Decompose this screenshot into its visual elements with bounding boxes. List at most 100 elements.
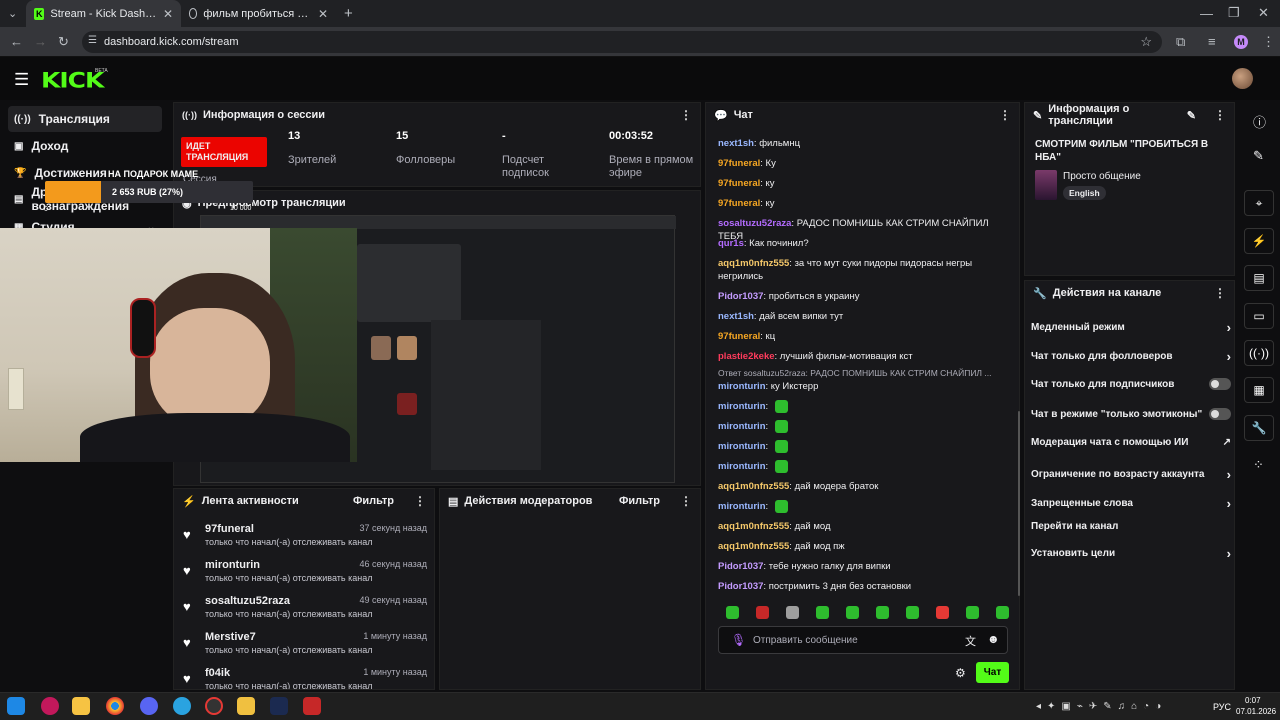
discord-icon[interactable] — [140, 697, 158, 715]
media-icon[interactable]: ≡ — [1208, 34, 1216, 49]
emote-icon[interactable] — [996, 606, 1009, 619]
emoji-icon[interactable]: ☻ — [987, 632, 1000, 646]
forward-icon[interactable]: → — [34, 34, 47, 49]
emote-icon[interactable] — [756, 606, 769, 619]
emote-icon[interactable] — [966, 606, 979, 619]
chat-username[interactable]: 97funeral — [718, 158, 760, 169]
chat-username[interactable]: aqq1m0nfnz555 — [718, 258, 789, 269]
channel-action-item[interactable]: Чат только для подписчиков — [1031, 378, 1231, 390]
chat-username[interactable]: Pidor1037 — [718, 291, 763, 302]
user-avatar[interactable] — [1232, 68, 1253, 89]
more-options-icon[interactable]: ⋮ — [680, 494, 692, 508]
channel-action-item[interactable]: Медленный режим › — [1031, 320, 1231, 335]
close-tab-icon[interactable]: ✕ — [163, 7, 173, 21]
more-options-icon[interactable]: ⋮ — [999, 108, 1011, 122]
chat-username[interactable]: mironturin — [718, 381, 766, 392]
bookmark-star-icon[interactable]: ☆ — [1140, 34, 1152, 50]
new-tab-button[interactable]: + — [336, 0, 361, 27]
more-options-icon[interactable]: ⋮ — [1214, 286, 1226, 300]
emote-icon[interactable] — [846, 606, 859, 619]
category-name[interactable]: Просто общение — [1063, 171, 1141, 182]
filter-button[interactable]: Фильтр — [353, 495, 394, 507]
tab-search-button[interactable]: ⌄ — [0, 0, 22, 27]
profile-avatar[interactable]: M — [1234, 35, 1248, 49]
sidebar-item-stream[interactable]: ((·)) Трансляция — [8, 106, 162, 132]
edit-icon[interactable]: ✎ — [1187, 109, 1196, 122]
more-options-icon[interactable]: ⋮ — [680, 108, 692, 122]
reload-icon[interactable]: ↻ — [58, 34, 69, 50]
system-tray-icons[interactable]: ◂✦▣⌁✈✎♫⌂◔◑ — [1036, 701, 1167, 712]
chat-username[interactable]: mironturin — [718, 401, 766, 412]
toggle-switch[interactable] — [1209, 378, 1231, 390]
clock-date[interactable]: 07.01.2026 — [1236, 707, 1276, 716]
chat-username[interactable]: mironturin — [718, 441, 766, 452]
more-options-icon[interactable]: ⋮ — [1214, 108, 1226, 122]
chat-settings-icon[interactable]: ⚙ — [955, 666, 966, 680]
rail-button-chat[interactable]: ▭ — [1244, 303, 1274, 329]
chat-username[interactable]: mironturin — [718, 461, 766, 472]
emote-icon[interactable] — [726, 606, 739, 619]
chat-username[interactable]: qur1s — [718, 238, 744, 249]
chat-username[interactable]: aqq1m0nfnz555 — [718, 521, 789, 532]
chat-username[interactable]: plastie2keke — [718, 351, 775, 362]
chat-username[interactable]: 97funeral — [718, 178, 760, 189]
rail-button-wrench[interactable]: 🔧 — [1244, 415, 1274, 441]
emote-icon[interactable] — [816, 606, 829, 619]
chat-username[interactable]: 97funeral — [718, 331, 760, 342]
emote-icon[interactable] — [774, 460, 788, 473]
activity-username[interactable]: f04ik — [205, 667, 230, 679]
emote-icon[interactable] — [774, 440, 788, 453]
app-icon[interactable] — [303, 697, 321, 715]
widgets-icon[interactable]: ⁘ — [1253, 457, 1264, 473]
hamburger-menu-icon[interactable]: ☰ — [14, 70, 29, 90]
close-tab-icon[interactable]: ✕ — [318, 7, 328, 21]
activity-username[interactable]: Merstive7 — [205, 631, 256, 643]
info-icon[interactable]: ⓘ — [1253, 112, 1266, 131]
browser-menu-icon[interactable]: ⋮ — [1262, 34, 1275, 50]
rail-button-broadcast[interactable]: ((·)) — [1244, 340, 1274, 366]
filter-button[interactable]: Фильтр — [619, 495, 660, 507]
obs-icon[interactable] — [205, 697, 223, 715]
channel-action-item[interactable]: Чат только для фолловеров › — [1031, 349, 1231, 364]
address-bar[interactable]: ☰ dashboard.kick.com/stream ☆ — [82, 31, 1162, 53]
telegram-icon[interactable] — [173, 697, 191, 715]
channel-action-item[interactable]: Запрещенные слова › — [1031, 496, 1231, 511]
close-window-icon[interactable]: ✕ — [1258, 5, 1269, 21]
channel-action-item[interactable]: Установить цели › — [1031, 546, 1231, 561]
sidebar-item-income[interactable]: ▣ Доход — [8, 133, 162, 159]
maximize-icon[interactable]: ❐ — [1228, 5, 1240, 21]
chat-username[interactable]: next1sh — [718, 311, 754, 322]
tab-film-search[interactable]: фильм пробиться в нба смотр ✕ — [181, 0, 336, 27]
chat-username[interactable]: sosaltuzu52raza — [718, 218, 791, 229]
category-thumbnail[interactable] — [1035, 170, 1057, 200]
channel-action-item[interactable]: Ограничение по возрасту аккаунта › — [1031, 467, 1231, 482]
site-info-icon[interactable]: ☰ — [88, 35, 97, 46]
back-icon[interactable]: ← — [10, 34, 23, 49]
rail-button-focus[interactable]: ⌖ — [1244, 190, 1274, 216]
chat-input[interactable]: 🎙 Отправить сообщение 文 ☻ — [718, 626, 1008, 654]
tab-kick-dashboard[interactable]: K Stream - Kick Dashboard ✕ — [26, 0, 181, 27]
app-icon[interactable] — [270, 697, 288, 715]
chat-username[interactable]: mironturin — [718, 421, 766, 432]
chat-username[interactable]: aqq1m0nfnz555 — [718, 541, 789, 552]
app-icon[interactable] — [41, 697, 59, 715]
emote-icon[interactable] — [774, 420, 788, 433]
emote-icon[interactable] — [774, 500, 788, 513]
chat-scrollbar[interactable] — [1018, 411, 1020, 596]
translate-icon[interactable]: 文 — [965, 633, 976, 649]
rail-button-document[interactable]: ▤ — [1244, 265, 1274, 291]
minimize-icon[interactable]: — — [1200, 6, 1213, 21]
windows-start-icon[interactable] — [7, 697, 25, 715]
chrome-icon[interactable] — [106, 697, 124, 715]
channel-action-item[interactable]: Чат в режиме "только эмотиконы" — [1031, 408, 1231, 420]
toggle-switch[interactable] — [1209, 408, 1231, 420]
rail-button-lightning[interactable]: ⚡ — [1244, 228, 1274, 254]
pencil-icon[interactable]: ✎ — [1253, 148, 1264, 164]
rail-button-layout[interactable]: ▦ — [1244, 377, 1274, 403]
emote-icon[interactable] — [936, 606, 949, 619]
chat-username[interactable]: Pidor1037 — [718, 561, 763, 572]
app-icon[interactable] — [237, 697, 255, 715]
more-options-icon[interactable]: ⋮ — [414, 494, 426, 508]
file-explorer-icon[interactable] — [72, 697, 90, 715]
chat-username[interactable]: aqq1m0nfnz555 — [718, 481, 789, 492]
